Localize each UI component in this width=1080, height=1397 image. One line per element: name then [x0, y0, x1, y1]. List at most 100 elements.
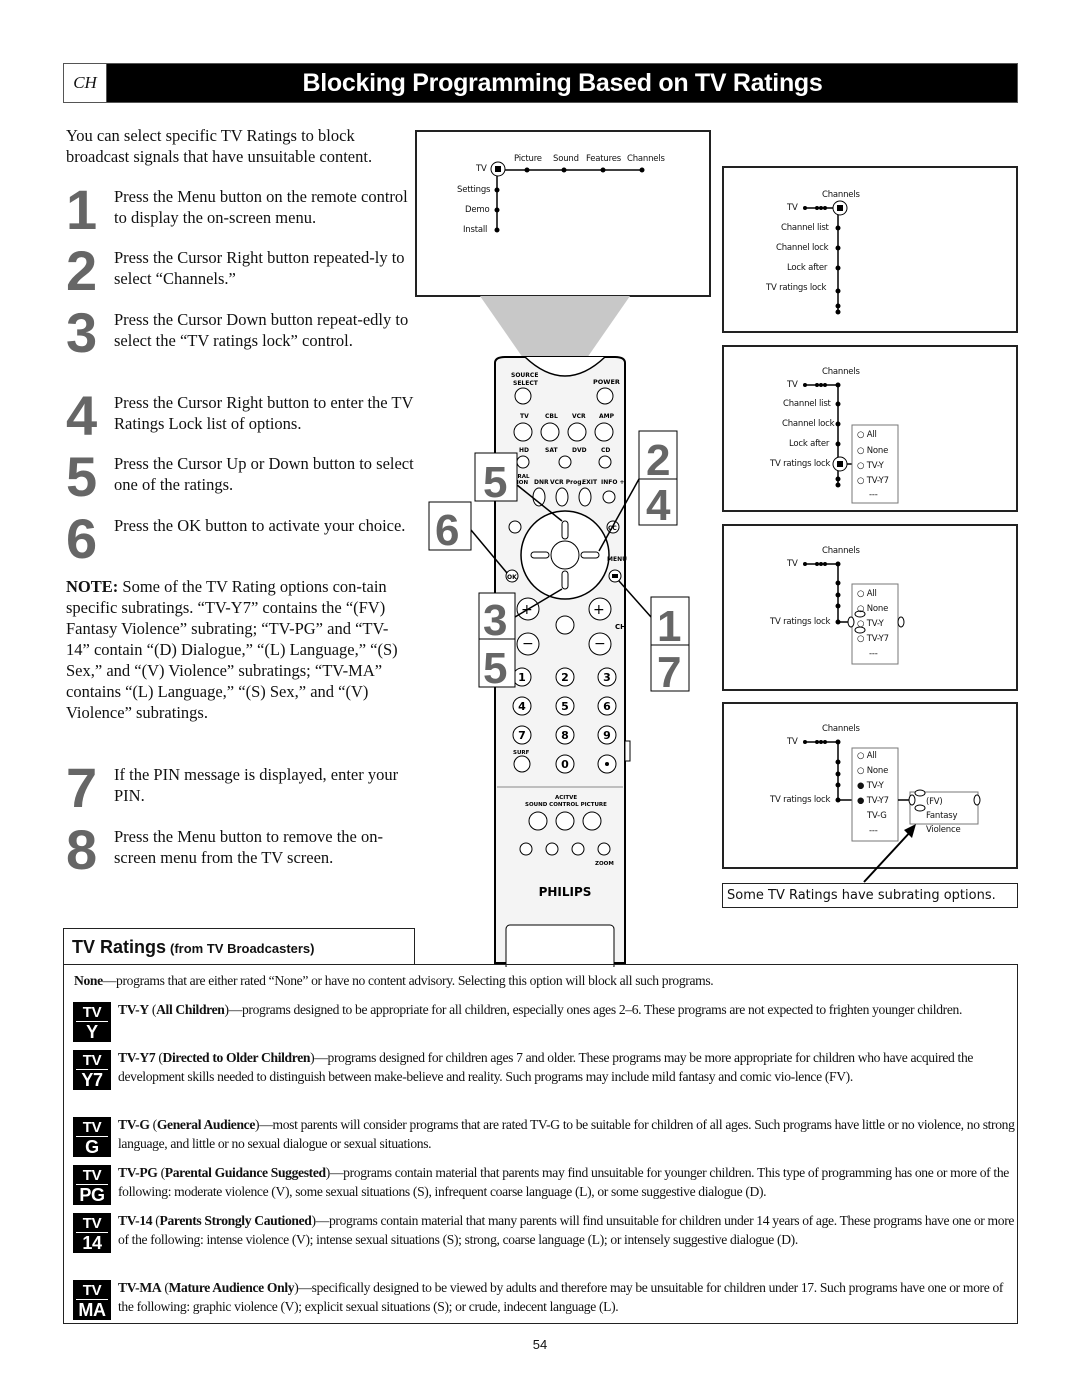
surf-button[interactable] — [513, 755, 531, 773]
callout-5b: 5 — [483, 644, 507, 693]
vcr-dvd-button[interactable] — [567, 422, 587, 442]
amp-cd-button[interactable] — [594, 422, 614, 442]
callout-1: 1 — [657, 602, 681, 651]
remote-control: SOURCE SELECT POWER TV CBL VCR AMP HD SA… — [428, 356, 690, 967]
exit-button[interactable] — [578, 487, 592, 507]
svg-text:0: 0 — [561, 758, 569, 771]
rating-none: None—programs that are either rated “Non… — [74, 972, 1014, 991]
step-number: 7 — [66, 756, 98, 819]
option-none[interactable]: ○ None — [857, 446, 888, 456]
menu-item: Channel list — [783, 399, 831, 409]
svg-text:4: 4 — [518, 700, 526, 713]
option-tv-y[interactable]: ○ TV-Y — [857, 461, 884, 471]
step-text: Press the Cursor Right button repeated-l… — [114, 248, 405, 288]
center-button[interactable] — [550, 540, 580, 570]
rating-code: TV-PG — [118, 1165, 158, 1180]
callout-arrow — [863, 824, 916, 883]
option-tv-y7[interactable]: ● TV-Y7 — [857, 796, 889, 806]
cursor-right-button[interactable] — [580, 551, 600, 559]
menu-item-picture: Picture — [514, 154, 542, 164]
svg-text:SAT: SAT — [545, 447, 558, 454]
svg-text:−: − — [594, 636, 606, 652]
subrating-fv[interactable]: (FV) Fantasy Violence — [926, 795, 974, 837]
menu-item: Channel lock — [776, 243, 829, 253]
step-text: Press the Menu button to remove the on-s… — [114, 827, 383, 867]
step-text: Press the OK button to activate your cho… — [114, 516, 406, 535]
option-none[interactable]: ○ None — [857, 604, 888, 614]
menu-item-settings: Settings — [457, 185, 491, 195]
step-number: 2 — [66, 239, 98, 302]
brand-logo: PHILIPS — [539, 885, 592, 899]
step-text: Press the Menu button on the remote cont… — [114, 187, 408, 227]
svg-text:5: 5 — [561, 700, 569, 713]
tv-g-badge-icon: TV G — [73, 1117, 111, 1157]
rating-code: None — [74, 973, 103, 988]
menu-item-channels: Channels — [627, 154, 665, 164]
cursor-icon — [832, 456, 848, 472]
svg-text:CBL: CBL — [545, 413, 558, 420]
zoom-button[interactable] — [597, 842, 611, 856]
picture-button[interactable] — [582, 811, 602, 831]
source-select-button[interactable] — [514, 387, 532, 405]
svg-text:2: 2 — [561, 671, 569, 684]
menu-item: TV ratings lock — [766, 283, 827, 293]
svg-text:−: − — [522, 636, 534, 652]
rating-name: Parental Guidance Suggested — [164, 1165, 326, 1180]
option-tv-y[interactable]: ○ TV-Y — [857, 619, 884, 629]
rating-desc: —programs that are either rated “None” o… — [102, 973, 714, 988]
cbl-sat-button[interactable] — [540, 422, 560, 442]
option-tv-y7[interactable]: ○ TV-Y7 — [857, 634, 889, 644]
menu-item-demo: Demo — [465, 205, 490, 215]
svg-text:+: + — [593, 602, 605, 618]
menu-item-features: Features — [586, 154, 621, 164]
svg-text:ZOOM: ZOOM — [595, 861, 614, 867]
option-all[interactable]: ○ All — [857, 430, 877, 440]
menu-title: Channels — [822, 367, 860, 377]
cursor-icon — [832, 200, 848, 216]
cursor-left-button[interactable] — [530, 551, 550, 559]
cursor-down-button[interactable] — [561, 570, 569, 590]
svg-text:HD: HD — [519, 447, 529, 454]
active-control-button[interactable] — [555, 811, 575, 831]
svg-text:SOUND CONTROL PICTURE: SOUND CONTROL PICTURE — [525, 802, 607, 808]
vcr-prog-button[interactable] — [555, 487, 569, 507]
svg-text:EXIT: EXIT — [582, 479, 598, 486]
svg-text:AMP: AMP — [599, 413, 615, 420]
cursor-icon — [490, 161, 506, 177]
option-more: --- — [869, 649, 878, 659]
label-source-select: SOURCE — [511, 372, 538, 379]
note: NOTE: Some of the TV Rating options con-… — [66, 576, 406, 723]
note-text: Some of the TV Rating options con-tain s… — [66, 577, 398, 722]
callout-3: 3 — [483, 596, 507, 645]
power-button[interactable] — [596, 387, 614, 405]
menu-item: TV ratings lock — [770, 459, 831, 469]
mute-button[interactable] — [555, 615, 575, 635]
cursor-up-button[interactable] — [561, 520, 569, 540]
option-all[interactable]: ○ All — [857, 589, 877, 599]
tv-14-badge-icon: TV 14 — [73, 1213, 111, 1253]
sound-button[interactable] — [528, 811, 548, 831]
option-none[interactable]: ○ None — [857, 766, 888, 776]
menu-item: Channel list — [781, 223, 829, 233]
menu-root: TV — [787, 737, 798, 747]
info-button[interactable] — [602, 490, 616, 504]
ratings-subheading: (from TV Broadcasters) — [170, 941, 315, 956]
callout-2: 2 — [646, 436, 670, 485]
label-power: POWER — [593, 378, 620, 386]
tv-hd-button[interactable] — [513, 422, 533, 442]
menu-root: TV — [787, 559, 798, 569]
page-number: 54 — [532, 1337, 548, 1352]
option-all[interactable]: ○ All — [857, 751, 877, 761]
option-tv-y7[interactable]: ○ TV-Y7 — [857, 476, 889, 486]
svg-text:DNR: DNR — [534, 479, 549, 486]
option-tv-y[interactable]: ● TV-Y — [857, 781, 884, 791]
step-text: Press the Cursor Down button repeat-edly… — [114, 310, 409, 350]
screen-caption: Some TV Ratings have subrating options. — [722, 883, 1018, 908]
svg-text:VCR: VCR — [572, 413, 586, 420]
tv-pg-badge-icon: TV PG — [73, 1165, 111, 1205]
menu-item: Channel lock — [782, 419, 835, 429]
svg-text:TV: TV — [520, 413, 529, 420]
step-number: 1 — [66, 178, 98, 241]
rating-name: All Children — [156, 1002, 225, 1017]
callout-5: 5 — [483, 458, 507, 507]
